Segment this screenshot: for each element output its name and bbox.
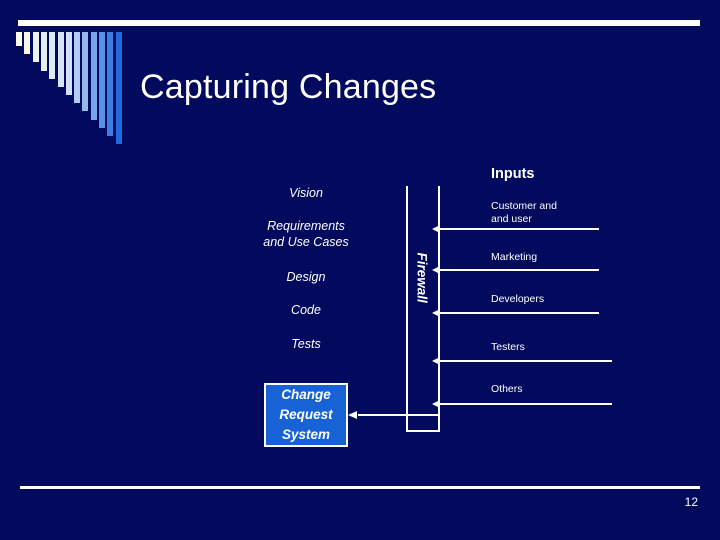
- input-label-developers: Developers: [491, 293, 545, 305]
- top-divider-rule: [18, 20, 700, 26]
- firewall-label: Firewall: [414, 252, 430, 303]
- decorative-bar: [16, 32, 22, 46]
- slide-canvas: Capturing Changes Vision Requirements an…: [0, 0, 720, 540]
- stage-label-design: Design: [286, 270, 326, 284]
- input-label-customer: Customer and and user: [491, 200, 557, 225]
- decorative-bar: [115, 32, 122, 144]
- decorative-bar: [107, 32, 114, 136]
- decorative-bar: [49, 32, 56, 79]
- change-request-system-box[interactable]: Change Request System: [264, 383, 348, 447]
- slide-title: Capturing Changes: [140, 68, 437, 106]
- input-label-testers: Testers: [491, 341, 525, 353]
- decorative-bar: [90, 32, 97, 120]
- change-request-connector-line: [358, 414, 440, 416]
- input-rule-customer: [440, 228, 599, 230]
- decorative-bar-graphic: [16, 32, 136, 147]
- decorative-bar: [82, 32, 89, 112]
- decorative-bar: [32, 32, 39, 63]
- input-rule-testers: [440, 360, 612, 362]
- stage-label-tests: Tests: [291, 337, 321, 351]
- page-number: 12: [684, 495, 698, 509]
- input-label-others: Others: [491, 383, 523, 395]
- input-arrow-head-marketing: [432, 266, 440, 274]
- decorative-bar: [74, 32, 81, 104]
- change-request-arrow-head: [348, 411, 357, 419]
- input-label-marketing: Marketing: [491, 251, 538, 263]
- inputs-heading: Inputs: [491, 166, 535, 182]
- input-rule-others: [440, 403, 612, 405]
- decorative-bar: [24, 32, 31, 55]
- input-arrow-head-developers: [432, 309, 440, 317]
- input-arrow-head-customer: [432, 225, 440, 233]
- decorative-bar: [57, 32, 64, 87]
- stage-label-code: Code: [291, 303, 321, 317]
- input-rule-developers: [440, 312, 599, 314]
- input-arrow-head-testers: [432, 357, 440, 365]
- firewall-line-bottom: [406, 430, 440, 432]
- stage-label-vision: Vision: [289, 186, 323, 200]
- decorative-bar: [65, 32, 72, 95]
- input-rule-marketing: [440, 269, 599, 271]
- bottom-divider-rule: [20, 486, 700, 489]
- decorative-bar: [99, 32, 105, 128]
- stage-label-requirements: Requirements and Use Cases: [263, 219, 349, 249]
- decorative-bar: [40, 32, 47, 71]
- firewall-line-left: [406, 186, 408, 432]
